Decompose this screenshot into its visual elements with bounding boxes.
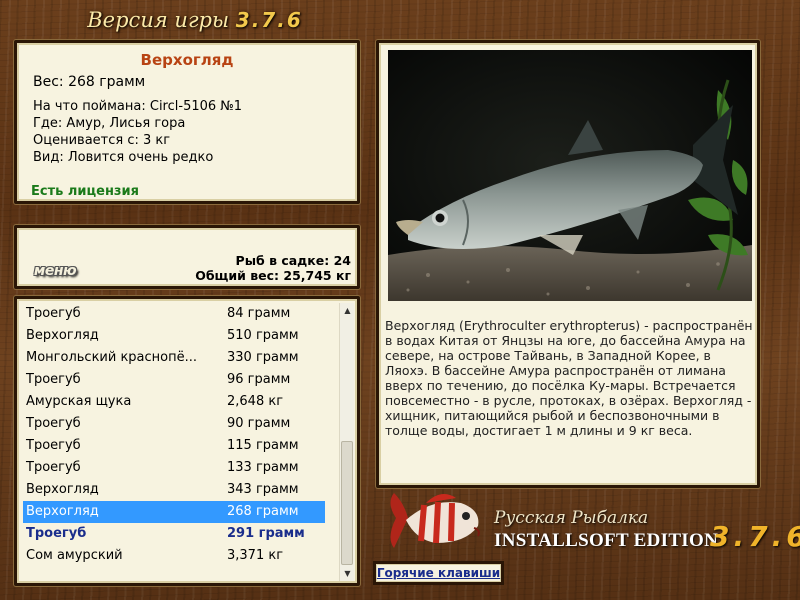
list-scrollbar[interactable]: ▲ ▼: [339, 303, 354, 581]
logo-title: Русская Рыбалка: [494, 508, 649, 528]
fish-name: Верхогляд: [140, 51, 234, 69]
list-item[interactable]: Верхогляд 510 грамм: [23, 325, 325, 347]
total-weight: Общий вес: 25,745 кг: [195, 268, 351, 283]
location-text: Где: Амур, Лисья гора: [33, 116, 186, 131]
fish-count: Рыб в садке: 24: [235, 253, 351, 268]
list-item-weight: 330 грамм: [227, 350, 299, 365]
fish-description-panel: Верхогляд (Erythroculter erythropterus) …: [376, 40, 760, 488]
list-item-weight: 2,648 кг: [227, 394, 284, 409]
license-status: Есть лицензия: [31, 184, 139, 199]
list-item[interactable]: Троегуб 133 грамм: [23, 457, 325, 479]
list-item-name: Троегуб: [26, 416, 81, 431]
scroll-up-icon[interactable]: ▲: [340, 303, 355, 318]
cage-panel: меню Рыб в садке: 24 Общий вес: 25,745 к…: [14, 225, 360, 289]
list-item-name: Троегуб: [26, 306, 81, 321]
list-item[interactable]: Сом амурский 3,371 кг: [23, 545, 325, 567]
list-item-weight: 133 грамм: [227, 460, 299, 475]
list-item-name: Троегуб: [26, 372, 81, 387]
kind-text: Вид: Ловится очень редко: [33, 150, 214, 165]
logo-edition: INSTALLSOFT EDITION: [494, 530, 719, 551]
hotkeys-link[interactable]: Горячие клавиши: [373, 561, 504, 585]
fish-photo: [388, 50, 752, 301]
caught-on-text: На что поймана: Circl-5106 №1: [33, 99, 243, 114]
game-version-number: 3.7.6: [235, 8, 303, 32]
list-item[interactable]: Троегуб 115 грамм: [23, 435, 325, 457]
list-item-weight: 268 грамм: [227, 504, 299, 519]
fish-weight: Вес: 268 грамм: [33, 74, 146, 90]
list-item-weight: 343 грамм: [227, 482, 299, 497]
logo-version: 3.7.6: [710, 520, 800, 553]
list-item-weight: 84 грамм: [227, 306, 291, 321]
list-item-name: Монгольский краснопё...: [26, 350, 198, 365]
cage-stats: Рыб в садке: 24 Общий вес: 25,745 кг: [195, 253, 351, 283]
game-version-label: Версия игры: [87, 8, 230, 32]
menu-button[interactable]: меню: [25, 260, 85, 282]
list-item-weight: 510 грамм: [227, 328, 299, 343]
list-item-weight: 3,371 кг: [227, 548, 284, 563]
list-item-name: Верхогляд: [26, 328, 99, 343]
list-item[interactable]: Амурская щука 2,648 кг: [23, 391, 325, 413]
scrollbar-thumb[interactable]: [341, 441, 353, 565]
list-item-weight: 90 грамм: [227, 416, 291, 431]
fish-info-panel: Верхогляд Вес: 268 грамм На что поймана:…: [14, 40, 360, 204]
catch-list-panel: Троегуб 84 грамм Верхогляд 510 грамм Монго…: [14, 296, 360, 586]
list-item-name: Верхогляд: [26, 504, 99, 519]
scroll-down-icon[interactable]: ▼: [340, 566, 355, 581]
valued-from-text: Оценивается с: 3 кг: [33, 133, 171, 148]
list-item-selected[interactable]: Верхогляд 268 грамм: [23, 501, 325, 523]
list-item-name: Верхогляд: [26, 482, 99, 497]
list-item-weight: 291 грамм: [227, 526, 305, 541]
list-item-highlighted[interactable]: Троегуб 291 грамм: [23, 523, 325, 545]
fish-photo-graphic: [388, 50, 752, 301]
catch-list: Троегуб 84 грамм Верхогляд 510 грамм Монго…: [23, 303, 325, 567]
fish-logo-icon: [386, 488, 486, 562]
list-item-name: Троегуб: [26, 438, 81, 453]
fish-description: Верхогляд (Erythroculter erythropterus) …: [385, 318, 753, 438]
list-item[interactable]: Троегуб 96 грамм: [23, 369, 325, 391]
list-item-name: Троегуб: [26, 526, 87, 541]
list-item[interactable]: Троегуб 84 грамм: [23, 303, 325, 325]
list-item-weight: 115 грамм: [227, 438, 299, 453]
list-item[interactable]: Верхогляд 343 грамм: [23, 479, 325, 501]
list-item[interactable]: Троегуб 90 грамм: [23, 413, 325, 435]
fish-details: На что поймана: Circl-5106 №1 Где: Амур,…: [33, 98, 242, 166]
list-item-weight: 96 грамм: [227, 372, 291, 387]
list-item-name: Амурская щука: [26, 394, 132, 409]
list-item-name: Сом амурский: [26, 548, 123, 563]
list-item[interactable]: Монгольский краснопё... 330 грамм: [23, 347, 325, 369]
game-version-header: Версия игры 3.7.6: [0, 8, 390, 32]
list-item-name: Троегуб: [26, 460, 81, 475]
